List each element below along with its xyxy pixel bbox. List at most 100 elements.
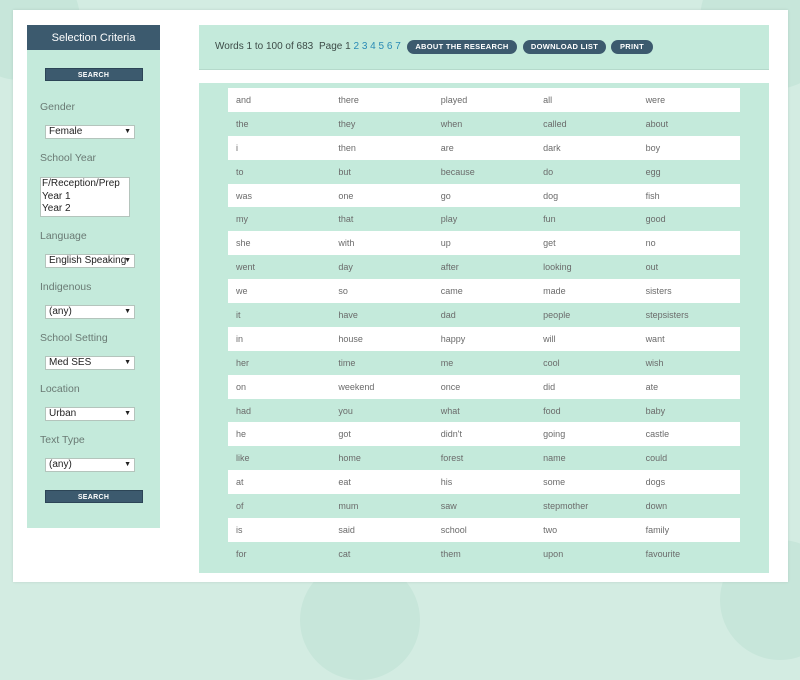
word-cell: sisters <box>645 286 672 297</box>
word-cell: played <box>440 94 468 105</box>
word-cell: she <box>236 238 251 249</box>
text-type-select[interactable]: (any) ▼ <box>45 458 135 472</box>
word-cell: ate <box>645 381 659 392</box>
search-button-top[interactable]: SEARCH <box>44 68 143 81</box>
school-year-listbox[interactable]: F/Reception/Prep Year 1 Year 2 <box>40 177 130 217</box>
table-row: was one go dog fish <box>228 183 740 208</box>
selection-sidebar: Selection Criteria SEARCH Gender Female ▼… <box>27 25 160 528</box>
search-button-bottom[interactable]: SEARCH <box>44 490 143 503</box>
sidebar-title: Selection Criteria <box>27 25 160 50</box>
word-cell: fish <box>645 190 660 201</box>
location-select[interactable]: Urban ▼ <box>45 407 135 421</box>
word-cell: didn't <box>440 429 463 440</box>
text-type-value: (any) <box>49 459 72 470</box>
word-cell: egg <box>645 166 661 177</box>
word-cell: his <box>440 477 453 488</box>
word-cell: wish <box>645 357 664 368</box>
word-list-panel: and there played all were the they when called ab… <box>199 83 769 573</box>
about-research-button[interactable]: ABOUT THE RESEARCH <box>407 40 517 54</box>
word-cell: favourite <box>645 548 681 559</box>
table-row: is said school two family <box>228 518 740 542</box>
table-row: it have dad people stepsisters <box>228 303 740 327</box>
table-row: of mum saw stepmother down <box>228 494 740 518</box>
word-cell: castle <box>645 429 670 440</box>
table-row: i then are dark boy <box>228 135 740 160</box>
word-cell: upon <box>543 548 564 559</box>
school-year-option[interactable]: Year 1 <box>42 191 129 204</box>
language-select[interactable]: English Speaking ▼ <box>45 254 135 268</box>
table-row: went day after looking out <box>228 255 740 279</box>
word-cell: we <box>236 286 248 297</box>
word-cell: play <box>440 214 458 225</box>
word-cell: about <box>645 118 669 129</box>
word-cell: when <box>440 118 463 129</box>
table-row: for cat them upon favourite <box>228 542 740 566</box>
word-cell: could <box>645 453 668 464</box>
word-cell: baby <box>645 405 666 416</box>
table-row: we so came made sisters <box>228 279 740 304</box>
word-cell: them <box>440 548 461 559</box>
word-cell: in <box>236 333 244 344</box>
download-list-button[interactable]: DOWNLOAD LIST <box>523 40 606 54</box>
gender-select[interactable]: Female ▼ <box>45 125 135 139</box>
school-year-option[interactable]: Year 2 <box>42 203 129 216</box>
word-cell: some <box>543 477 566 488</box>
word-cell: her <box>236 357 250 368</box>
word-cell: i <box>236 142 238 153</box>
word-cell: down <box>645 501 668 512</box>
word-cell: eat <box>338 477 351 488</box>
pagination: Page 1 2 3 4 5 6 7 <box>319 41 401 52</box>
word-cell: dog <box>543 190 559 201</box>
word-cell: made <box>543 286 566 297</box>
page-link[interactable]: 6 <box>387 41 393 52</box>
word-cell: go <box>440 190 451 201</box>
word-cell: one <box>338 190 354 201</box>
word-cell: stepmother <box>543 501 589 512</box>
word-cell: name <box>543 453 566 464</box>
word-cell: time <box>338 357 356 368</box>
word-cell: going <box>543 429 566 440</box>
page-link[interactable]: 3 <box>362 41 368 52</box>
results-toolbar: Words 1 to 100 of 683 Page 1 2 3 4 5 6 7… <box>199 25 769 70</box>
page-link[interactable]: 2 <box>353 41 359 52</box>
word-cell: day <box>338 262 353 273</box>
school-setting-value: Med SES <box>49 357 92 368</box>
print-button[interactable]: PRINT <box>611 40 653 54</box>
dropdown-arrow-icon: ▼ <box>124 410 131 417</box>
word-cell: and <box>236 94 252 105</box>
word-cell: of <box>236 501 244 512</box>
word-cell: mum <box>338 501 359 512</box>
word-cell: forest <box>440 453 464 464</box>
word-cell: out <box>645 262 659 273</box>
word-cell: me <box>440 357 454 368</box>
word-cell: looking <box>543 262 572 273</box>
table-row: and there played all were <box>228 88 740 112</box>
word-cell: so <box>338 286 348 297</box>
school-setting-select[interactable]: Med SES ▼ <box>45 356 135 370</box>
table-row: she with up get no <box>228 231 740 256</box>
word-cell: school <box>440 524 467 535</box>
word-cell: will <box>543 333 556 344</box>
word-cell: for <box>236 548 247 559</box>
word-cell: on <box>236 381 247 392</box>
indigenous-select[interactable]: (any) ▼ <box>45 305 135 319</box>
page-link[interactable]: 7 <box>395 41 401 52</box>
word-cell: no <box>645 238 656 249</box>
school-year-option[interactable]: F/Reception/Prep <box>42 178 129 191</box>
dropdown-arrow-icon: ▼ <box>124 257 131 264</box>
word-cell: were <box>645 94 666 105</box>
word-cell: dark <box>543 142 561 153</box>
page-link[interactable]: 5 <box>379 41 385 52</box>
word-cell: stepsisters <box>645 309 689 320</box>
word-cell: home <box>338 453 361 464</box>
page-link[interactable]: 4 <box>370 41 376 52</box>
word-cell: two <box>543 524 558 535</box>
gender-label: Gender <box>40 101 76 113</box>
gender-value: Female <box>49 126 83 137</box>
page-label: Page <box>319 41 343 52</box>
location-value: Urban <box>49 408 77 419</box>
table-row: like home forest name could <box>228 446 740 470</box>
word-cell: boy <box>645 142 661 153</box>
word-cell: cat <box>338 548 351 559</box>
location-label: Location <box>40 383 80 395</box>
